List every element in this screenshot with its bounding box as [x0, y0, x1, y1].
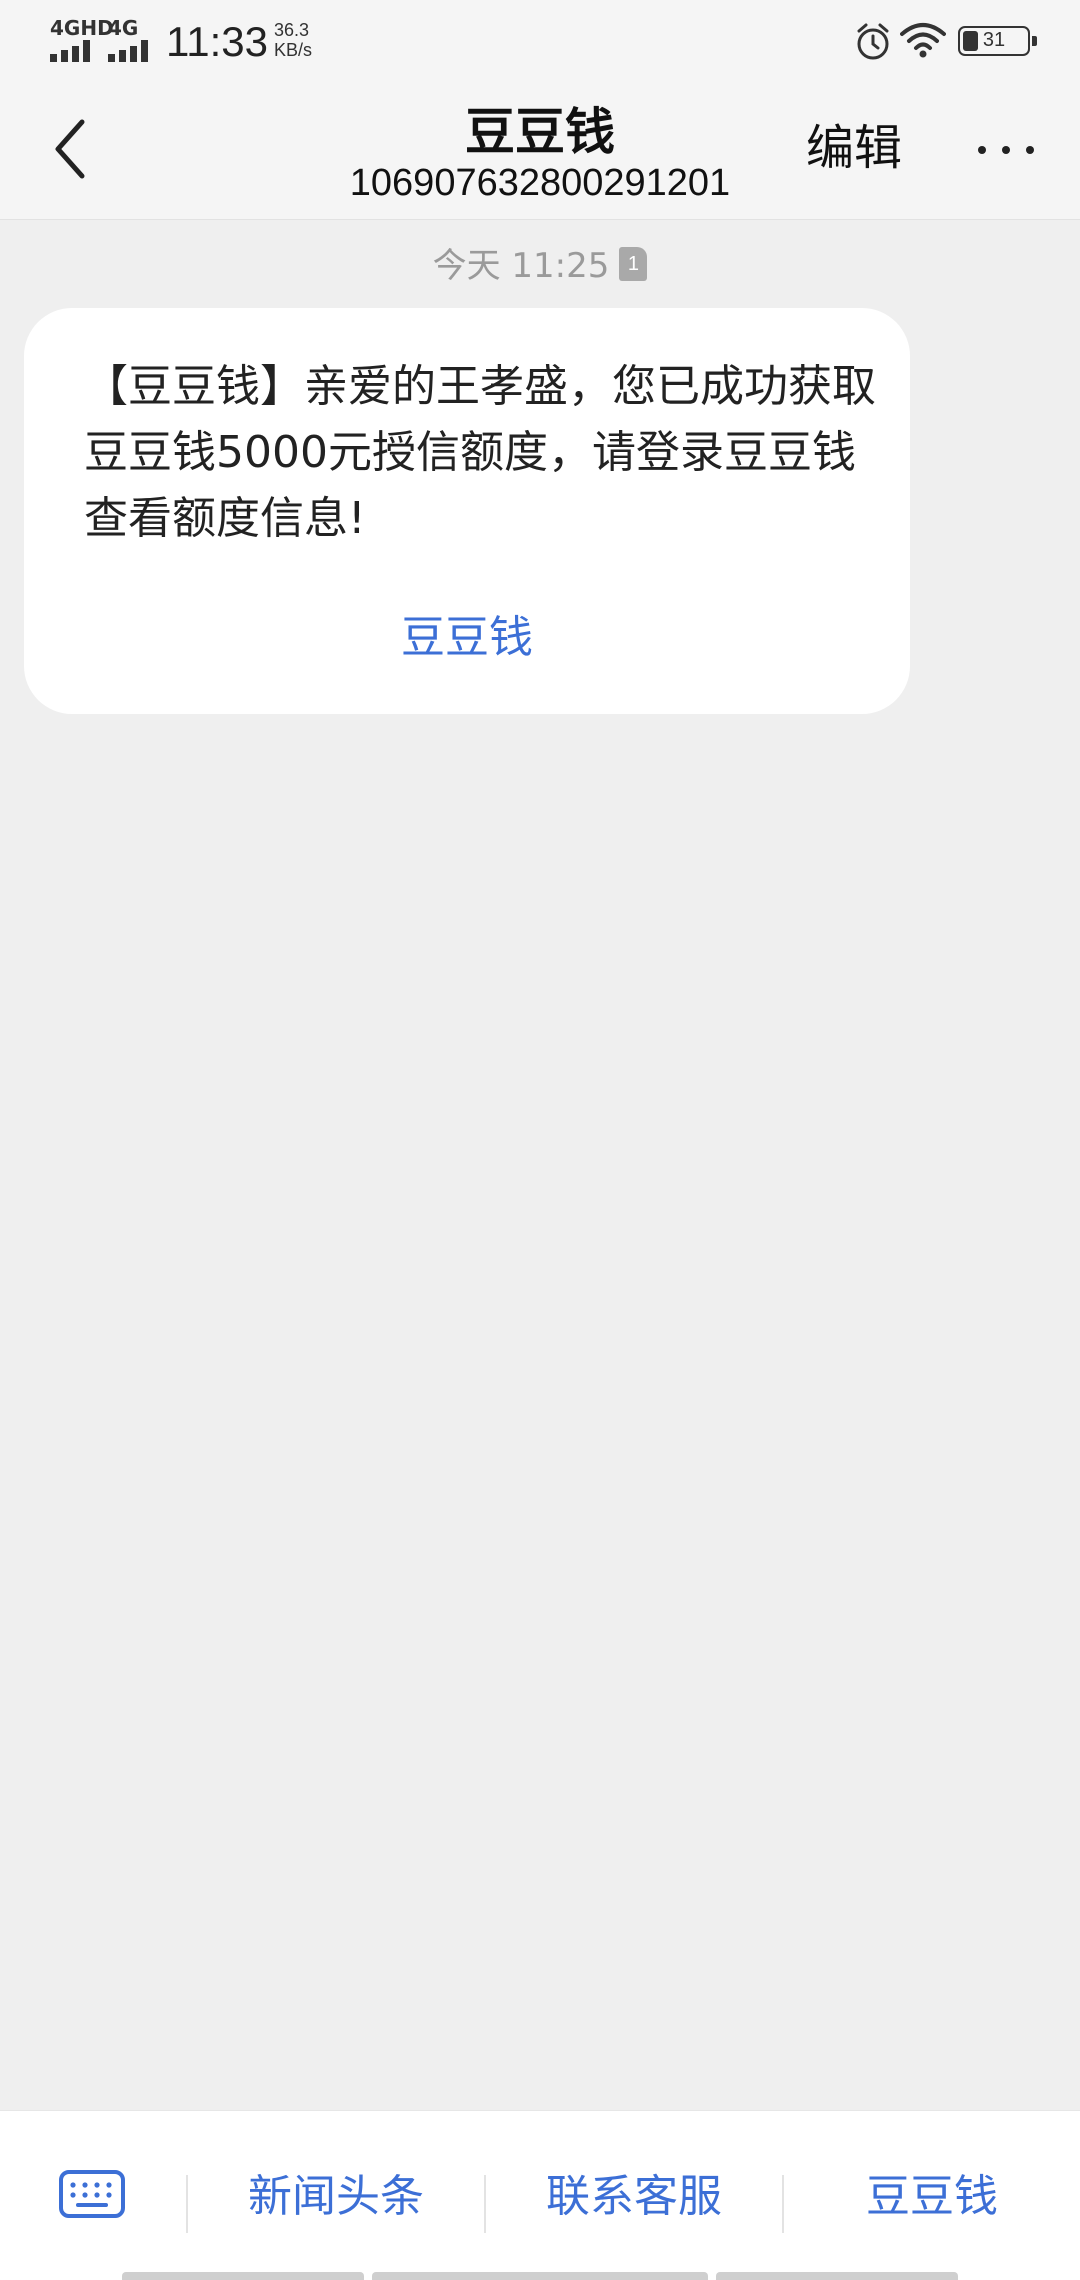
nav-indicator [372, 2272, 708, 2280]
status-time: 11:33 [166, 18, 268, 65]
message-bubble[interactable]: 【豆豆钱】亲爱的王孝盛，您已成功获取豆豆钱5000元授信额度，请登录豆豆钱查看额… [24, 308, 910, 714]
message-link[interactable]: 豆豆钱 [24, 608, 910, 668]
status-bar: 4GHD 4G 11:33 36.3 KB/s 31 [0, 0, 1080, 84]
menu-item-news[interactable]: 新闻头条 [188, 2167, 484, 2227]
menu-item-doudouqian[interactable]: 豆豆钱 [784, 2167, 1080, 2227]
menu-item-customer-service[interactable]: 联系客服 [486, 2167, 782, 2227]
signal-bars-icon [108, 40, 156, 62]
message-timestamp: 今天 11:25 [432, 246, 610, 286]
nav-indicator [716, 2272, 958, 2280]
network-type-label-1: 4GHD [50, 16, 114, 40]
edit-button[interactable]: 编辑 [806, 118, 902, 178]
wifi-icon [900, 23, 946, 58]
contact-name: 豆豆钱 [465, 103, 615, 161]
more-options-button[interactable] [972, 124, 1040, 174]
nav-indicator [122, 2272, 364, 2280]
battery-icon: 31 [958, 26, 1037, 56]
message-text: 【豆豆钱】亲爱的王孝盛，您已成功获取豆豆钱5000元授信额度，请登录豆豆钱查看额… [84, 361, 876, 544]
speed-value: 36.3 [274, 20, 310, 40]
service-menu-bar: 新闻头条 联系客服 豆豆钱 [0, 2110, 1080, 2280]
network-speed: 36.3 KB/s [274, 20, 312, 60]
sim-card-icon: 1 [619, 246, 648, 281]
alarm-icon [857, 23, 889, 60]
message-timestamp-row: 今天 11:25 1 [0, 244, 1080, 288]
signal-bars-icon [50, 40, 98, 62]
network-type-label-2: 4G [108, 16, 139, 40]
conversation-header: 豆豆钱 106907632800291201 编辑 [0, 84, 1080, 220]
keyboard-icon[interactable] [58, 2169, 126, 2219]
speed-unit: KB/s [274, 40, 313, 60]
contact-number: 106907632800291201 [349, 162, 731, 204]
battery-level: 31 [982, 29, 1006, 51]
